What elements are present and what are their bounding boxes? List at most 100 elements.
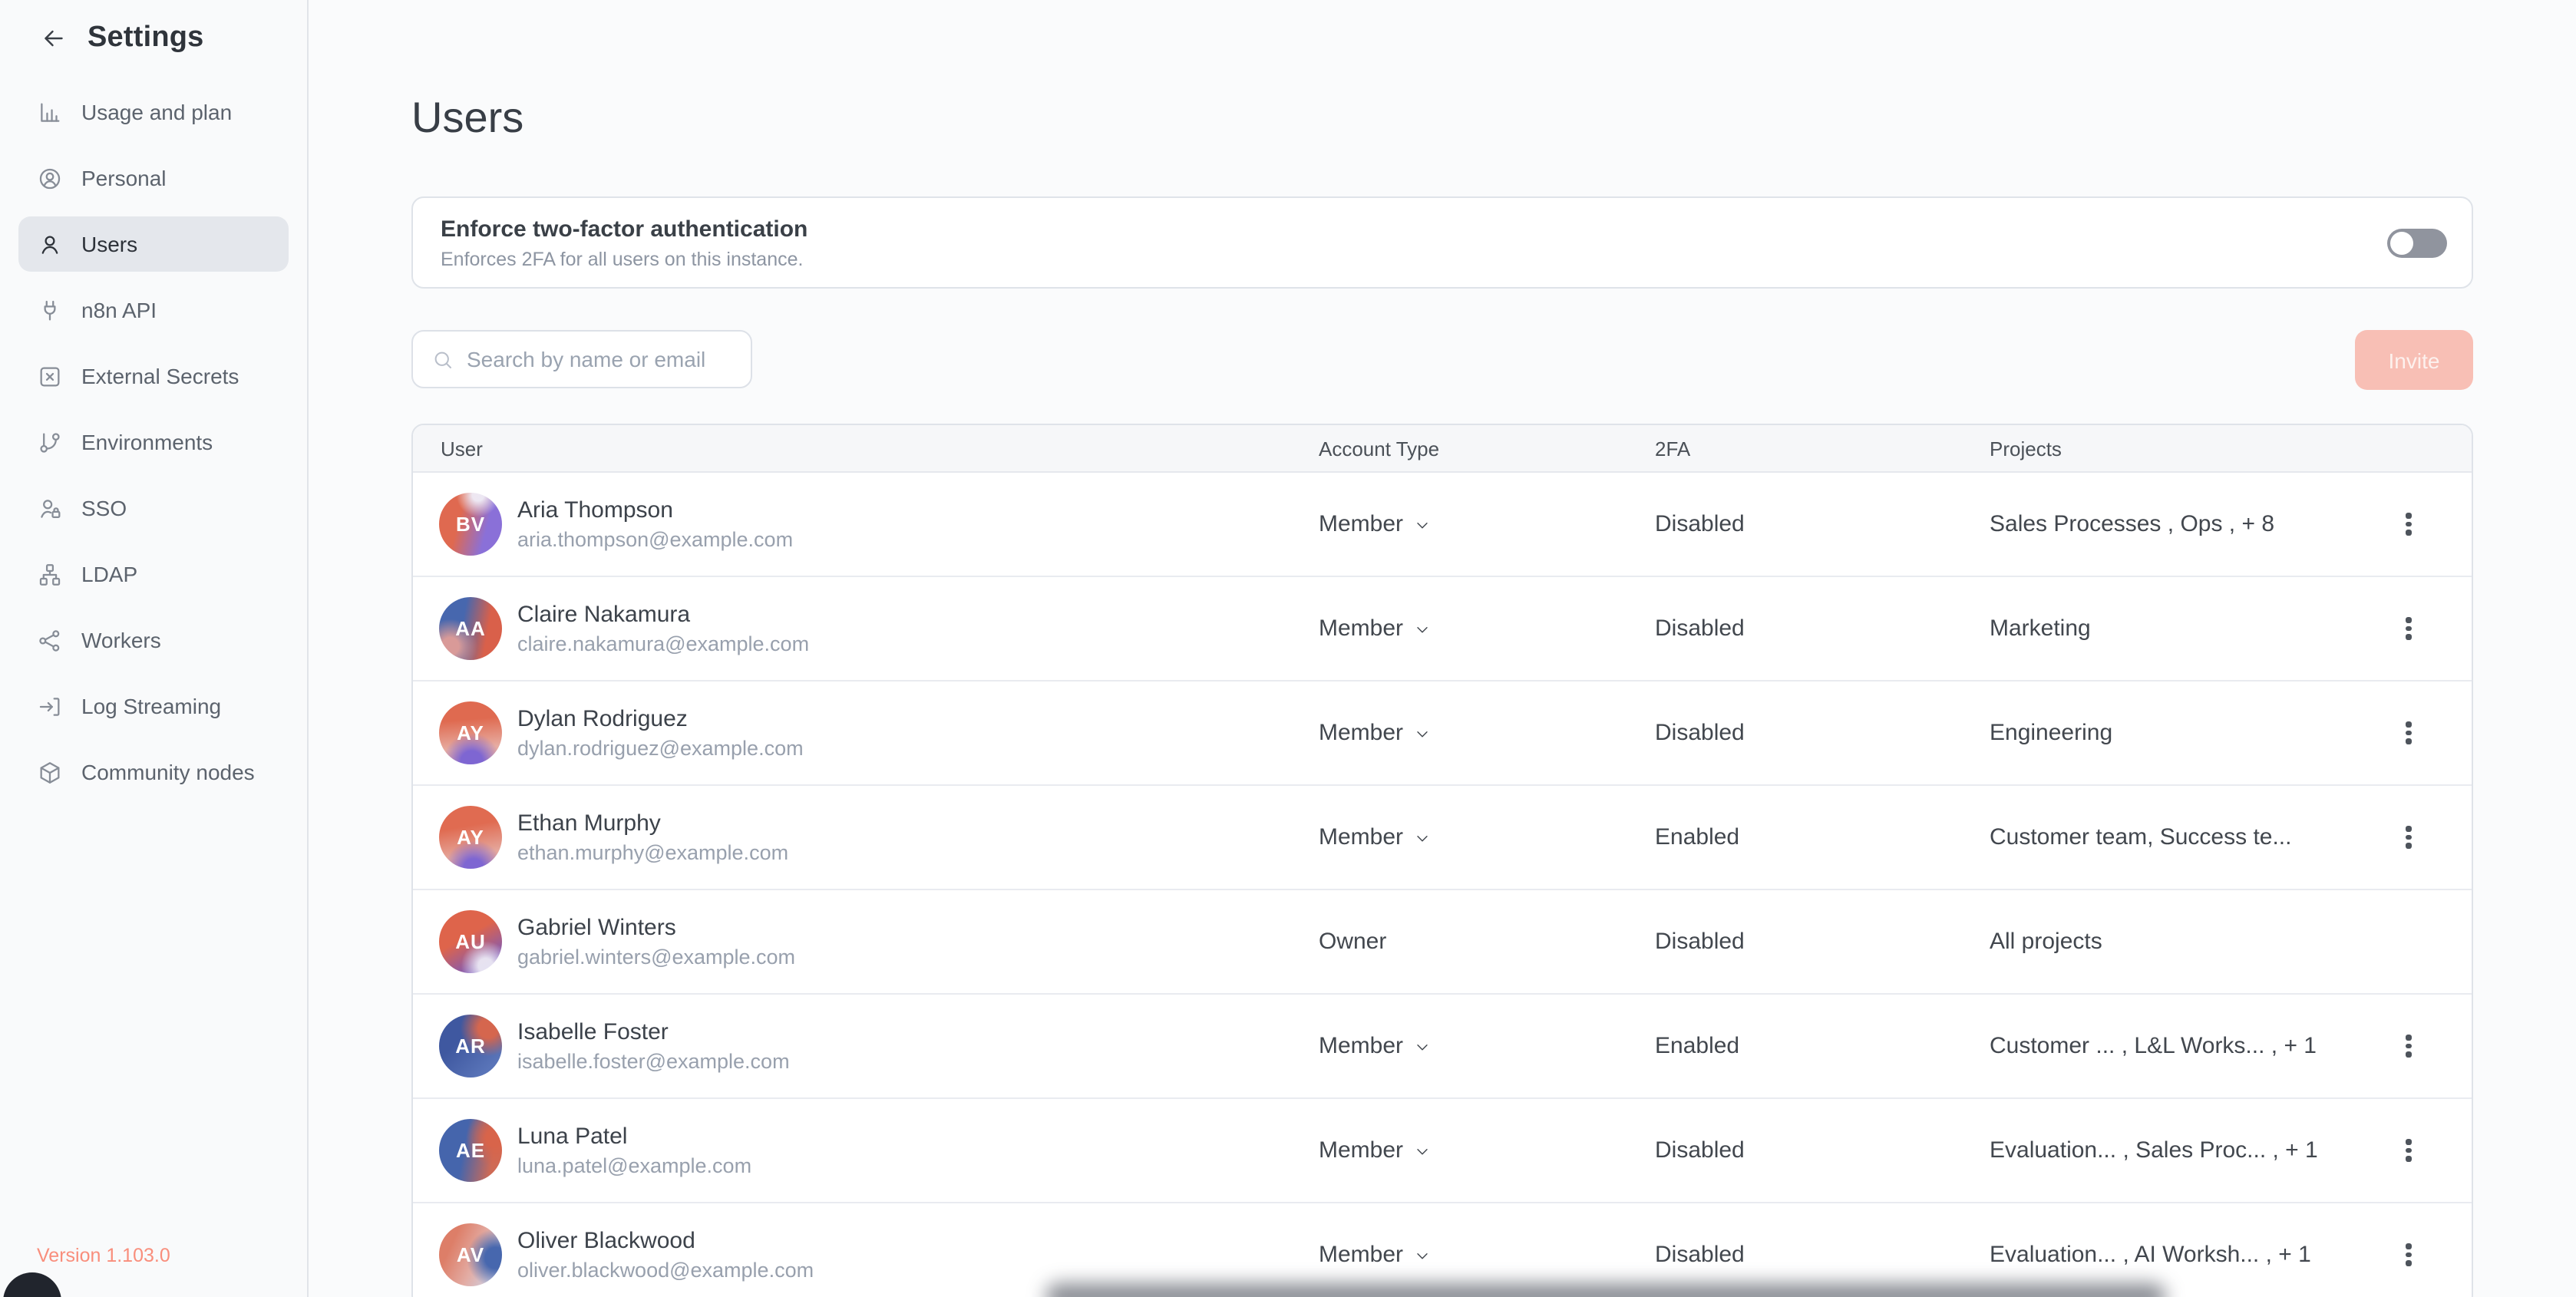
table-row: AYDylan Rodriguezdylan.rodriguez@example… bbox=[413, 680, 2472, 784]
column-header-account-type: Account Type bbox=[1319, 437, 1655, 460]
search-icon bbox=[431, 348, 454, 371]
sidebar-item-label: External Secrets bbox=[81, 364, 239, 388]
table-header: User Account Type 2FA Projects bbox=[413, 425, 2472, 473]
chevron-down-icon bbox=[1414, 726, 1431, 743]
avatar-initials: AA bbox=[455, 617, 486, 640]
projects-list: Evaluation... , Sales Proc... , + 1 bbox=[1990, 1137, 2389, 1163]
avatar-initials: AU bbox=[455, 930, 486, 953]
account-type-dropdown[interactable]: Member bbox=[1319, 1242, 1655, 1268]
main-area: Users Enforce two-factor authentication … bbox=[309, 0, 2576, 1297]
search-input[interactable] bbox=[467, 347, 728, 371]
plug-icon bbox=[37, 297, 63, 323]
chart-column-icon bbox=[37, 99, 63, 125]
user-cell: ARIsabelle Fosterisabelle.foster@example… bbox=[413, 1015, 1319, 1078]
user-icon bbox=[37, 231, 63, 257]
avatar: AY bbox=[439, 806, 502, 869]
twofa-status: Disabled bbox=[1655, 929, 1990, 955]
avatar: AY bbox=[439, 701, 502, 764]
sidebar-item-ldap[interactable]: LDAP bbox=[18, 546, 289, 602]
sidebar-item-usage-and-plan[interactable]: Usage and plan bbox=[18, 84, 289, 140]
avatar-initials: AY bbox=[457, 721, 484, 744]
twofa-status: Disabled bbox=[1655, 615, 1990, 642]
account-type-dropdown[interactable]: Member bbox=[1319, 511, 1655, 537]
user-cell: AUGabriel Wintersgabriel.winters@example… bbox=[413, 910, 1319, 973]
user-name: Dylan Rodriguez bbox=[517, 706, 804, 732]
user-email: isabelle.foster@example.com bbox=[517, 1050, 790, 1073]
user-search-box bbox=[411, 330, 752, 388]
twofa-status: Disabled bbox=[1655, 511, 1990, 537]
projects-list: Customer ... , L&L Works... , + 1 bbox=[1990, 1033, 2389, 1059]
account-type-value: Member bbox=[1319, 615, 1403, 642]
row-actions-menu-button[interactable] bbox=[2389, 501, 2429, 547]
settings-sidebar: Settings Usage and plan Personal Users n8n … bbox=[0, 0, 309, 1297]
account-type-value: Member bbox=[1319, 720, 1403, 746]
user-email: aria.thompson@example.com bbox=[517, 528, 793, 551]
user-email: ethan.murphy@example.com bbox=[517, 841, 788, 864]
enforce-2fa-card: Enforce two-factor authentication Enforc… bbox=[411, 196, 2473, 289]
avatar-initials: AV bbox=[457, 1243, 484, 1266]
account-type-dropdown[interactable]: Member bbox=[1319, 824, 1655, 850]
user-name: Luna Patel bbox=[517, 1124, 751, 1150]
user-name: Oliver Blackwood bbox=[517, 1228, 814, 1254]
row-actions-menu-button[interactable] bbox=[2389, 606, 2429, 652]
sidebar-item-n8n-api[interactable]: n8n API bbox=[18, 282, 289, 338]
invite-button[interactable]: Invite bbox=[2355, 330, 2473, 390]
row-actions-menu-button[interactable] bbox=[2389, 1232, 2429, 1278]
column-header-projects: Projects bbox=[1990, 437, 2389, 460]
sidebar-item-external-secrets[interactable]: External Secrets bbox=[18, 348, 289, 404]
back-arrow-icon[interactable] bbox=[40, 25, 68, 52]
users-table: User Account Type 2FA Projects BVAria Th… bbox=[411, 424, 2473, 1297]
user-cell: AV Oliver Blackwood oliver.blackwood@examp… bbox=[413, 1223, 1319, 1286]
row-actions-menu-button[interactable] bbox=[2389, 1023, 2429, 1069]
sidebar-item-community-nodes[interactable]: Community nodes bbox=[18, 744, 289, 800]
user-cell: AAClaire Nakamuraclaire.nakamura@example… bbox=[413, 597, 1319, 660]
sidebar-item-label: Workers bbox=[81, 628, 161, 652]
account-type-dropdown[interactable]: Member bbox=[1319, 720, 1655, 746]
avatar-initials: BV bbox=[456, 513, 485, 536]
package-icon bbox=[37, 759, 63, 785]
twofa-status: Enabled bbox=[1655, 1033, 1990, 1059]
row-actions-menu-button[interactable] bbox=[2389, 1127, 2429, 1173]
projects-list: Customer team, Success te... bbox=[1990, 824, 2389, 850]
twofa-status: Enabled bbox=[1655, 824, 1990, 850]
sidebar-title: Settings bbox=[88, 21, 204, 55]
column-header-user: User bbox=[413, 437, 1319, 460]
git-branch-icon bbox=[37, 429, 63, 455]
account-type-dropdown[interactable]: Member bbox=[1319, 1137, 1655, 1163]
projects-list: All projects bbox=[1990, 929, 2389, 955]
user-circle-icon bbox=[37, 165, 63, 191]
user-email: claire.nakamura@example.com bbox=[517, 632, 809, 655]
user-email: luna.patel@example.com bbox=[517, 1154, 751, 1177]
twofa-status: Disabled bbox=[1655, 1137, 1990, 1163]
sidebar-item-users[interactable]: Users bbox=[18, 216, 289, 272]
twofa-status: Disabled bbox=[1655, 1242, 1990, 1268]
table-row: AAClaire Nakamuraclaire.nakamura@example… bbox=[413, 576, 2472, 680]
projects-list: Engineering bbox=[1990, 720, 2389, 746]
enforce-2fa-toggle[interactable] bbox=[2387, 228, 2447, 257]
chevron-down-icon bbox=[1414, 830, 1431, 847]
user-email: oliver.blackwood@example.com bbox=[517, 1259, 814, 1282]
chat-widget-bubble[interactable] bbox=[3, 1272, 61, 1297]
chevron-down-icon bbox=[1414, 1248, 1431, 1265]
account-type-dropdown[interactable]: Member bbox=[1319, 1033, 1655, 1059]
sidebar-item-log-streaming[interactable]: Log Streaming bbox=[18, 678, 289, 734]
sidebar-item-environments[interactable]: Environments bbox=[18, 414, 289, 470]
user-cell: AYDylan Rodriguezdylan.rodriguez@example… bbox=[413, 701, 1319, 764]
table-row: ARIsabelle Fosterisabelle.foster@example… bbox=[413, 993, 2472, 1097]
row-actions-menu-button[interactable] bbox=[2389, 814, 2429, 860]
account-type-value: Member bbox=[1319, 1033, 1403, 1059]
projects-list: Marketing bbox=[1990, 615, 2389, 642]
sidebar-item-sso[interactable]: SSO bbox=[18, 480, 289, 536]
user-name: Gabriel Winters bbox=[517, 915, 795, 941]
chevron-down-icon bbox=[1414, 1144, 1431, 1160]
account-type-dropdown[interactable]: Member bbox=[1319, 615, 1655, 642]
table-body: BVAria Thompsonaria.thompson@example.com… bbox=[413, 473, 2472, 1297]
toggle-knob bbox=[2390, 231, 2413, 254]
sidebar-item-personal[interactable]: Personal bbox=[18, 150, 289, 206]
sidebar-item-label: Usage and plan bbox=[81, 100, 232, 124]
avatar: AE bbox=[439, 1119, 502, 1182]
users-toolbar: Invite bbox=[411, 330, 2473, 390]
hierarchy-icon bbox=[37, 561, 63, 587]
row-actions-menu-button[interactable] bbox=[2389, 710, 2429, 756]
sidebar-item-workers[interactable]: Workers bbox=[18, 612, 289, 668]
